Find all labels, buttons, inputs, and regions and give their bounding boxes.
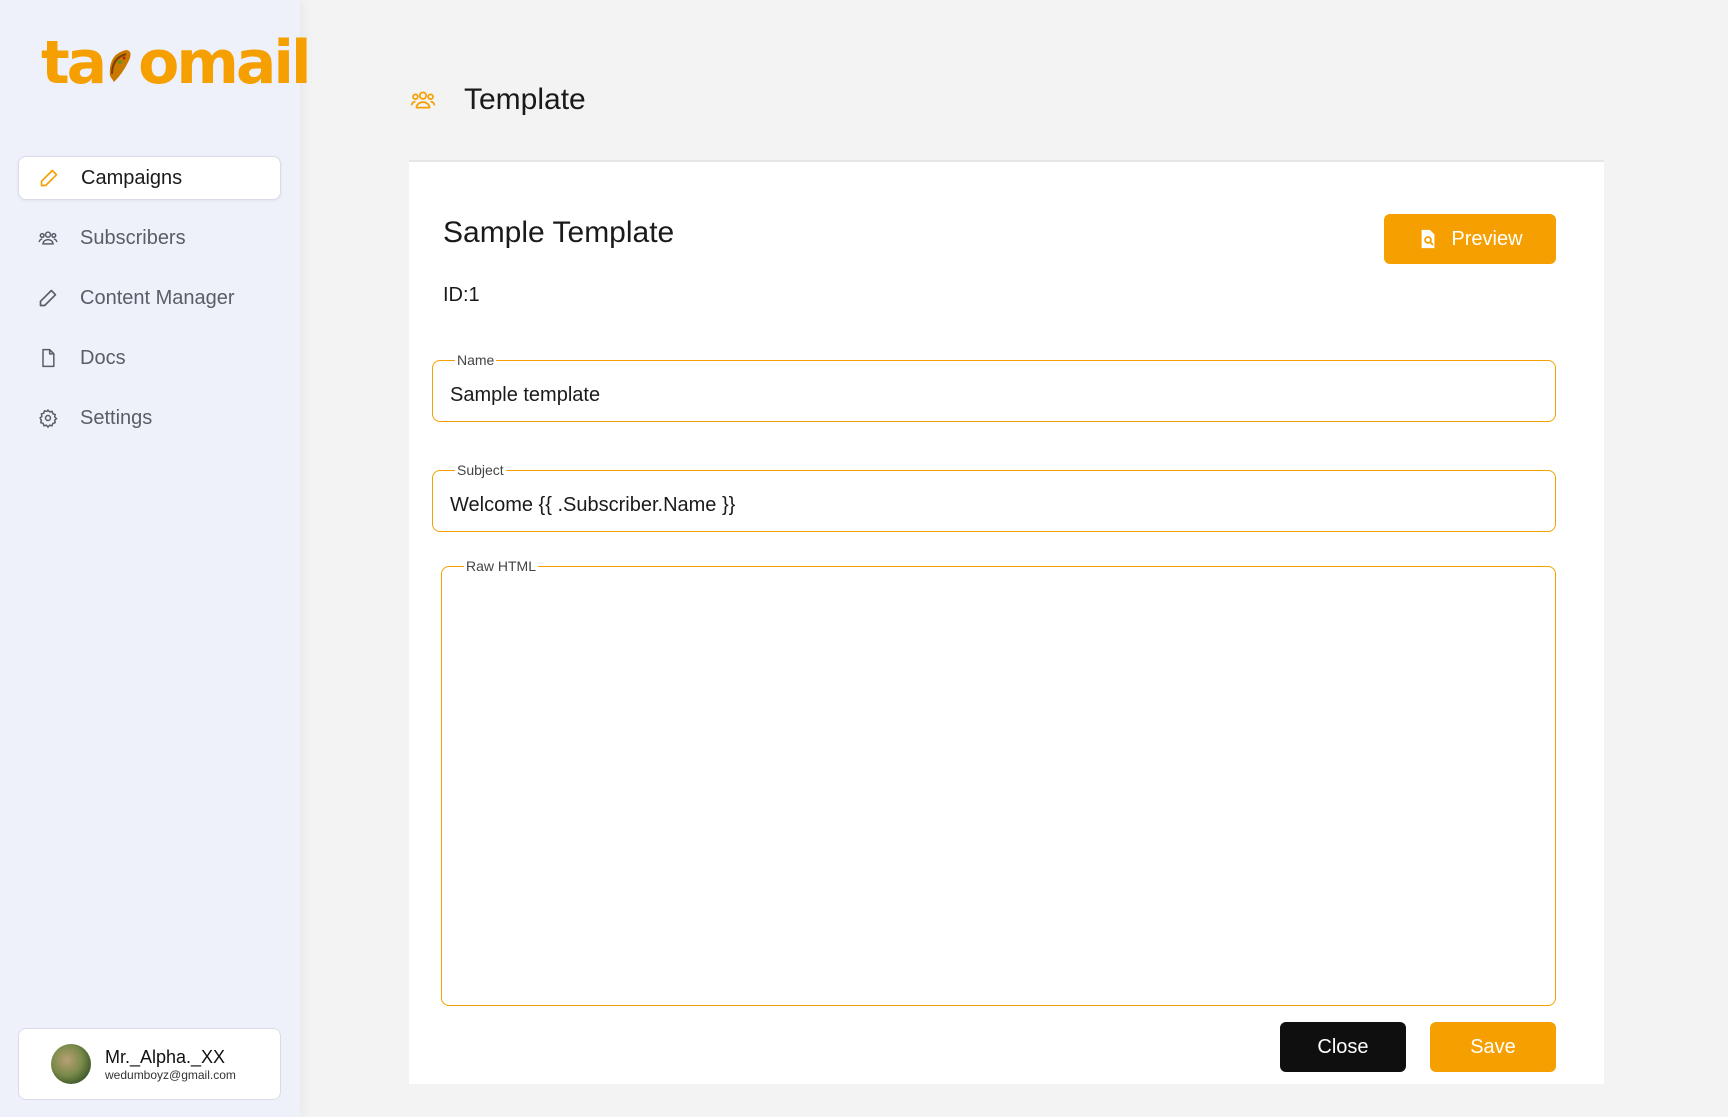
preview-icon (1417, 228, 1439, 250)
template-editor-card: Sample Template ID:1 Preview Name Sample… (409, 160, 1604, 1084)
template-id: ID:1 (443, 284, 480, 306)
user-email: wedumboyz@gmail.com (105, 1067, 236, 1082)
page-title: Template (464, 83, 586, 116)
sidebar-item-label: Docs (80, 346, 126, 369)
sidebar-item-label: Settings (80, 406, 153, 429)
sidebar-item-settings[interactable]: Settings (18, 396, 281, 440)
subject-field[interactable]: Subject Welcome {{ .Subscriber.Name }} (432, 462, 1556, 532)
close-button[interactable]: Close (1280, 1022, 1406, 1072)
subject-field-label: Subject (457, 462, 504, 478)
gear-icon (38, 408, 58, 428)
name-field-label: Name (457, 352, 495, 368)
user-name: Mr._Alpha._XX (105, 1046, 226, 1067)
users-icon (38, 228, 58, 248)
logo: ta omail (41, 28, 312, 98)
sidebar-item-label: Content Manager (80, 286, 235, 309)
pencil-icon (38, 288, 58, 308)
name-field[interactable]: Name Sample template (432, 352, 1556, 422)
name-input[interactable]: Sample template (450, 384, 600, 407)
users-icon (410, 87, 436, 113)
template-title: Sample Template (443, 216, 675, 249)
logo-text-left: ta (41, 28, 107, 98)
sidebar-item-docs[interactable]: Docs (18, 336, 281, 380)
sidebar-item-subscribers[interactable]: Subscribers (18, 216, 281, 260)
subject-input[interactable]: Welcome {{ .Subscriber.Name }} (450, 494, 735, 517)
pencil-icon (39, 168, 59, 188)
sidebar-item-campaigns[interactable]: Campaigns (18, 156, 281, 200)
avatar (51, 1044, 91, 1084)
raw-html-field[interactable]: Raw HTML (441, 558, 1556, 1006)
sidebar-item-content-manager[interactable]: Content Manager (18, 276, 281, 320)
page-header: Template (410, 80, 586, 120)
raw-html-field-label: Raw HTML (466, 558, 537, 574)
sidebar: ta omail Campaigns Subscribers Content Ma… (0, 0, 312, 1117)
logo-text-right: omail (138, 28, 311, 98)
sidebar-nav: Campaigns Subscribers Content Manager Do… (18, 156, 281, 456)
save-button[interactable]: Save (1430, 1022, 1556, 1072)
document-icon (38, 348, 58, 368)
sidebar-item-label: Campaigns (81, 166, 183, 189)
taco-icon (106, 40, 136, 86)
preview-button-label: Preview (1451, 227, 1523, 250)
preview-button[interactable]: Preview (1384, 214, 1556, 264)
sidebar-item-label: Subscribers (80, 226, 186, 249)
user-profile-card[interactable]: Mr._Alpha._XX wedumboyz@gmail.com (18, 1028, 281, 1100)
user-info: Mr._Alpha._XX wedumboyz@gmail.com (105, 1047, 236, 1082)
